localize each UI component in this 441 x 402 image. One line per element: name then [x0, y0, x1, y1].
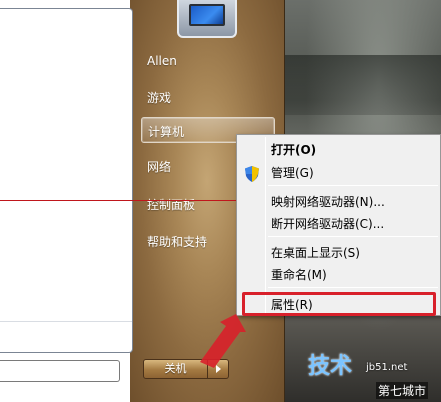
programs-separator	[0, 321, 132, 322]
annotation-arrow-icon	[200, 314, 246, 368]
annotation-highlight-box	[242, 292, 436, 316]
start-item-help[interactable]: 帮助和支持	[147, 233, 207, 250]
context-item-manage[interactable]: 管理(G)	[271, 164, 314, 181]
watermark-site: jb51.net	[366, 362, 408, 373]
context-item-show-on-desktop[interactable]: 在桌面上显示(S)	[271, 244, 360, 261]
watermark-logo: 技术	[308, 353, 353, 379]
start-item-games[interactable]: 游戏	[147, 89, 171, 106]
context-separator	[268, 287, 438, 288]
start-item-user[interactable]: Allen	[147, 54, 177, 68]
start-item-control-panel[interactable]: 控制面板	[147, 196, 195, 213]
start-menu-programs-panel	[0, 8, 133, 353]
start-item-network[interactable]: 网络	[147, 158, 171, 175]
context-separator	[268, 185, 438, 186]
start-search-input[interactable]	[0, 360, 120, 382]
desktop-hills	[285, 55, 441, 115]
context-item-disconnect-drive[interactable]: 断开网络驱动器(C)...	[271, 215, 384, 232]
monitor-icon	[189, 4, 225, 26]
context-item-rename[interactable]: 重命名(M)	[271, 266, 327, 283]
watermark-brand: 第七城市	[376, 382, 429, 399]
context-menu-gutter	[265, 137, 266, 313]
context-item-open[interactable]: 打开(O)	[271, 141, 316, 158]
user-picture[interactable]	[177, 0, 237, 38]
context-separator	[268, 236, 438, 237]
watermark: 技术 jb51.net 第七城市	[300, 338, 441, 402]
uac-shield-icon	[245, 166, 259, 182]
computer-context-menu: 打开(O) 管理(G) 映射网络驱动器(N)... 断开网络驱动器(C)... …	[236, 134, 441, 316]
context-item-map-drive[interactable]: 映射网络驱动器(N)...	[271, 193, 385, 210]
